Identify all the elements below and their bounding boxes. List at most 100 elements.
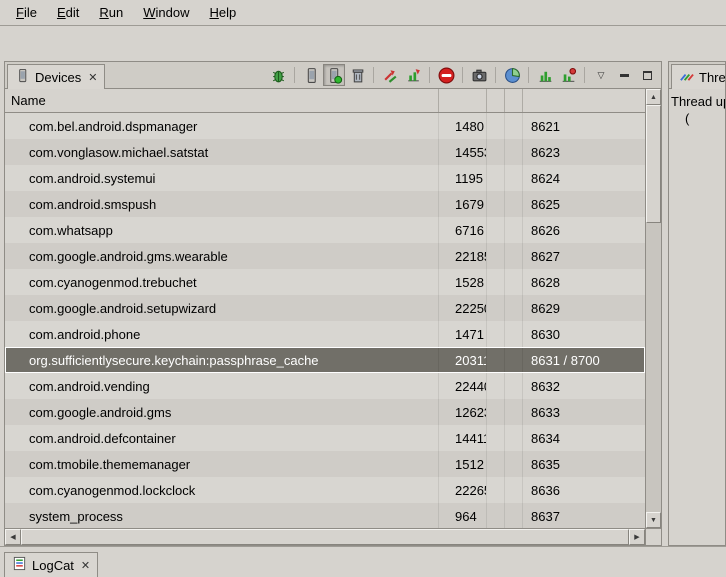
process-port: 8635 xyxy=(523,451,645,477)
process-spacer1 xyxy=(487,451,505,477)
process-name: com.google.android.setupwizard xyxy=(5,295,439,321)
tab-logcat[interactable]: LogCat ✕ xyxy=(4,552,98,577)
process-spacer1 xyxy=(487,503,505,528)
gc-icon[interactable] xyxy=(346,64,368,86)
toolbar-separator xyxy=(462,67,463,83)
process-pid: 14411 xyxy=(439,425,487,451)
process-pid: 22250 xyxy=(439,295,487,321)
scroll-down-icon[interactable]: ▼ xyxy=(646,512,661,528)
process-port: 8637 xyxy=(523,503,645,528)
table-row[interactable]: com.cyanogenmod.lockclock 22265 8636 xyxy=(5,477,645,503)
process-spacer2 xyxy=(505,321,523,347)
horizontal-scrollbar[interactable]: ◀ ▶ xyxy=(5,528,645,545)
process-spacer1 xyxy=(487,477,505,503)
update-heap-icon[interactable] xyxy=(300,64,322,86)
tab-threads-label: Threads xyxy=(699,70,726,85)
show-heap-updates-icon[interactable] xyxy=(323,64,345,86)
process-spacer1 xyxy=(487,165,505,191)
close-icon[interactable]: ✕ xyxy=(81,559,90,572)
table-row[interactable]: com.whatsapp 6716 8626 xyxy=(5,217,645,243)
network-stats-icon[interactable] xyxy=(557,64,579,86)
threads-message-line1: Thread up xyxy=(671,93,725,110)
process-spacer2 xyxy=(505,269,523,295)
table-row[interactable]: com.google.android.gms.wearable 22185 86… xyxy=(5,243,645,269)
table-row[interactable]: org.sufficientlysecure.keychain:passphra… xyxy=(5,347,645,373)
process-spacer1 xyxy=(487,191,505,217)
process-name: com.bel.android.dspmanager xyxy=(5,113,439,139)
process-spacer1 xyxy=(487,399,505,425)
debug-process-icon[interactable] xyxy=(267,64,289,86)
threads-tabbar: Threads xyxy=(669,62,725,89)
stop-process-icon[interactable] xyxy=(435,64,457,86)
threads-message-line2: ( xyxy=(685,110,725,127)
process-port: 8634 xyxy=(523,425,645,451)
table-row[interactable]: com.android.phone 1471 8630 xyxy=(5,321,645,347)
process-spacer1 xyxy=(487,321,505,347)
menu-edit[interactable]: Edit xyxy=(47,2,89,23)
table-row[interactable]: com.tmobile.thememanager 1512 8635 xyxy=(5,451,645,477)
table-row[interactable]: com.vonglasow.michael.satstat 14553 8623 xyxy=(5,139,645,165)
menu-run[interactable]: Run xyxy=(89,2,133,23)
table-row[interactable]: com.android.vending 22440 8632 xyxy=(5,373,645,399)
devices-view: Devices ✕ xyxy=(4,61,662,546)
view-menu-icon[interactable]: ▽ xyxy=(590,64,612,86)
vertical-scrollbar[interactable]: ▲ ▼ xyxy=(645,89,661,545)
table-row[interactable]: com.android.smspush 1679 8625 xyxy=(5,191,645,217)
table-row[interactable]: com.android.defcontainer 14411 8634 xyxy=(5,425,645,451)
sysinfo-icon[interactable] xyxy=(501,64,523,86)
table-row[interactable]: system_process 964 8637 xyxy=(5,503,645,528)
scroll-left-icon[interactable]: ◀ xyxy=(5,529,21,545)
minimize-icon[interactable] xyxy=(613,64,635,86)
screenshot-icon[interactable] xyxy=(468,64,490,86)
table-row[interactable]: com.cyanogenmod.trebuchet 1528 8628 xyxy=(5,269,645,295)
process-pid: 1471 xyxy=(439,321,487,347)
process-pid: 964 xyxy=(439,503,487,528)
toolbar-separator xyxy=(584,67,585,83)
table-row[interactable]: com.google.android.setupwizard 22250 862… xyxy=(5,295,645,321)
process-port: 8633 xyxy=(523,399,645,425)
process-spacer1 xyxy=(487,425,505,451)
table-row[interactable]: com.bel.android.dspmanager 1480 8621 xyxy=(5,113,645,139)
devices-tabbar: Devices ✕ xyxy=(5,62,661,89)
process-pid: 6716 xyxy=(439,217,487,243)
process-spacer1 xyxy=(487,243,505,269)
method-profiling-icon[interactable] xyxy=(402,64,424,86)
threads-view: Threads Thread up ( xyxy=(668,61,726,546)
close-icon[interactable]: ✕ xyxy=(88,71,97,84)
column-header-port[interactable] xyxy=(523,89,645,112)
process-pid: 1195 xyxy=(439,165,487,191)
column-header-spacer1[interactable] xyxy=(487,89,505,112)
menu-window[interactable]: Window xyxy=(133,2,199,23)
process-spacer2 xyxy=(505,347,523,373)
vertical-scroll-thumb[interactable] xyxy=(646,105,661,223)
start-profiling-icon[interactable] xyxy=(534,64,556,86)
scroll-up-icon[interactable]: ▲ xyxy=(646,89,661,105)
update-threads-icon[interactable] xyxy=(379,64,401,86)
tab-devices[interactable]: Devices ✕ xyxy=(7,64,105,89)
maximize-icon[interactable] xyxy=(636,64,658,86)
menu-file[interactable]: File xyxy=(6,2,47,23)
column-header-spacer2[interactable] xyxy=(505,89,523,112)
column-header-pid[interactable] xyxy=(439,89,487,112)
menu-help[interactable]: Help xyxy=(199,2,246,23)
horizontal-scroll-thumb[interactable] xyxy=(21,529,629,545)
scroll-right-icon[interactable]: ▶ xyxy=(629,529,645,545)
table-row[interactable]: com.google.android.gms 12623 8633 xyxy=(5,399,645,425)
process-spacer2 xyxy=(505,477,523,503)
process-pid: 22440 xyxy=(439,373,487,399)
process-port: 8626 xyxy=(523,217,645,243)
toolbar-separator xyxy=(528,67,529,83)
table-row[interactable]: com.android.systemui 1195 8624 xyxy=(5,165,645,191)
process-spacer2 xyxy=(505,295,523,321)
process-port: 8624 xyxy=(523,165,645,191)
process-spacer2 xyxy=(505,113,523,139)
process-name: system_process xyxy=(5,503,439,528)
tab-devices-label: Devices xyxy=(35,70,81,85)
column-header-name[interactable]: Name xyxy=(5,89,439,112)
process-spacer1 xyxy=(487,139,505,165)
tab-threads[interactable]: Threads xyxy=(671,64,726,89)
process-port: 8636 xyxy=(523,477,645,503)
process-port: 8628 xyxy=(523,269,645,295)
logcat-bar: LogCat ✕ xyxy=(0,546,726,577)
process-spacer2 xyxy=(505,425,523,451)
